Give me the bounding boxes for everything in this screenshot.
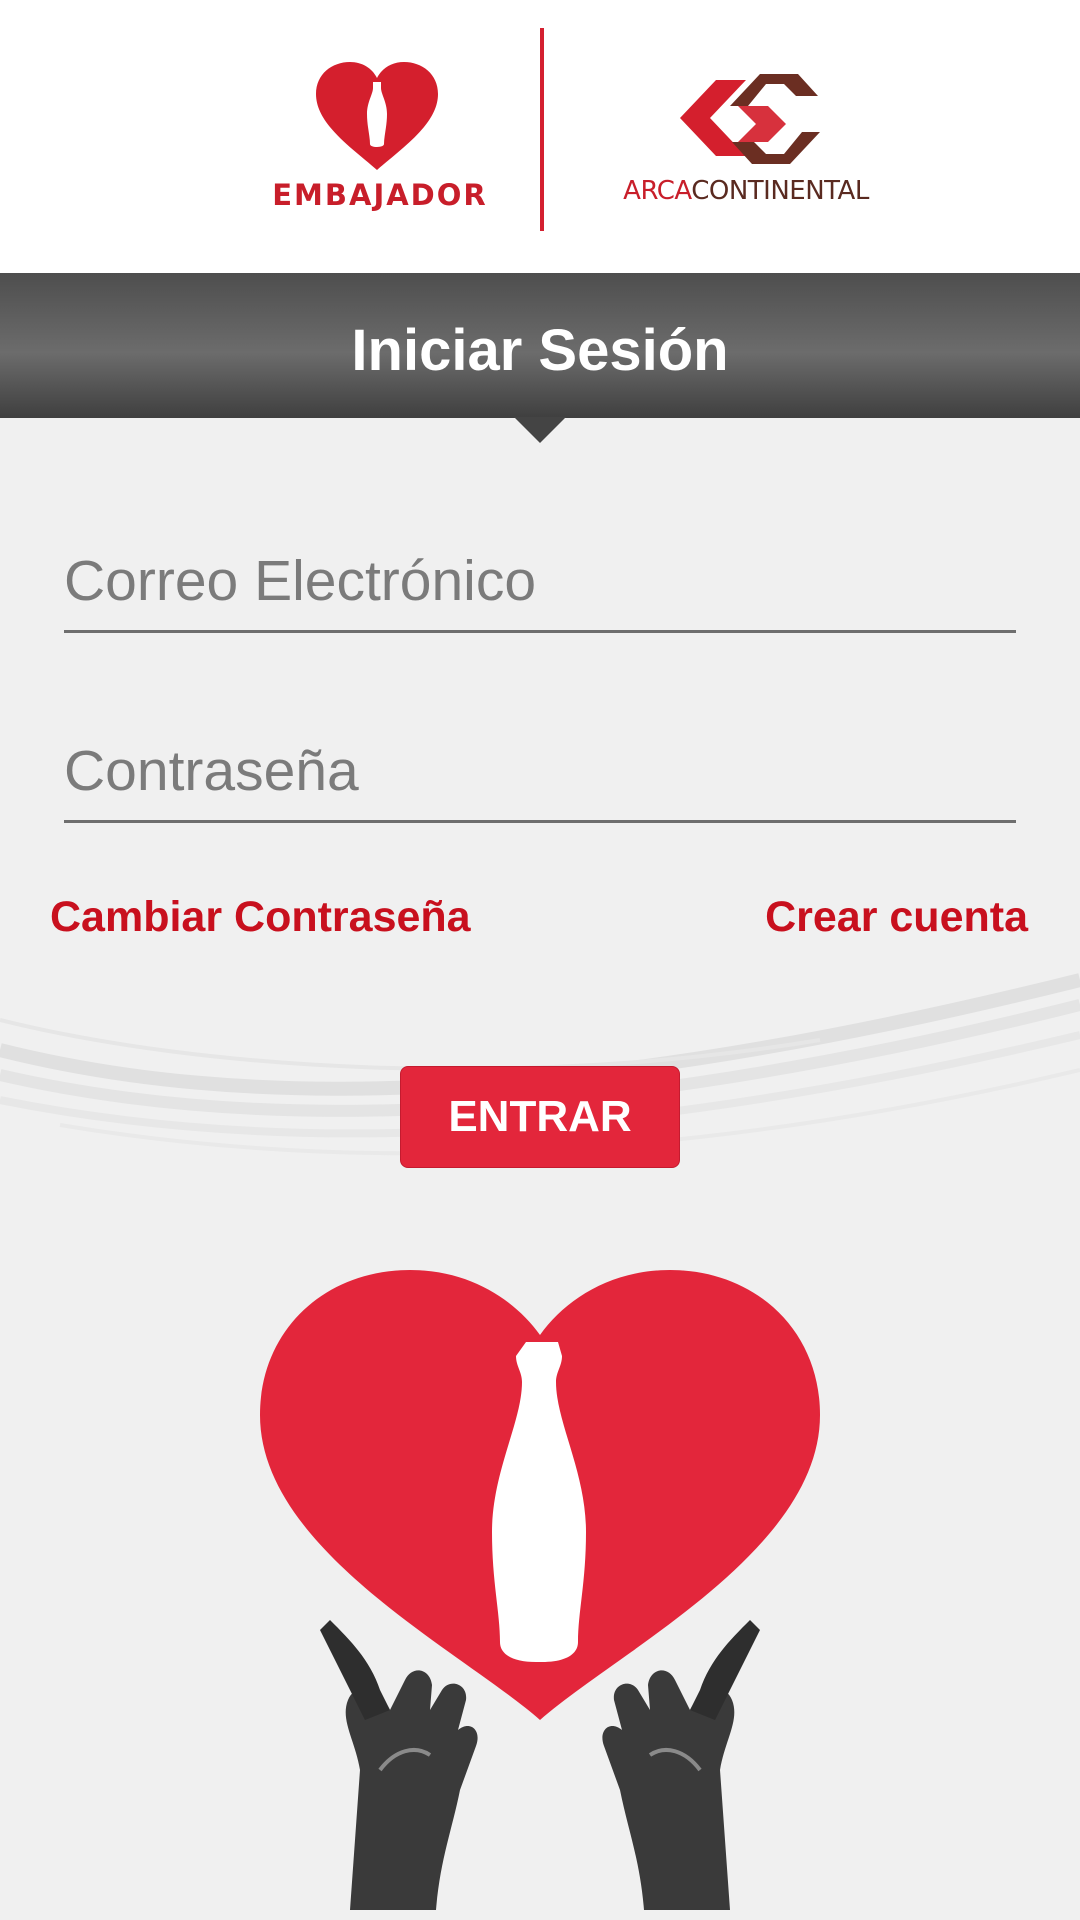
heart-bottle-icon	[316, 62, 438, 170]
logo-divider	[540, 28, 544, 231]
login-screen: EMBAJADOR ARCACONTINENTAL Iniciar Sesión	[0, 0, 1080, 1920]
create-account-link[interactable]: Crear cuenta	[765, 893, 1028, 942]
password-field-container	[64, 730, 1016, 823]
continental-wordmark-part: CONTINENTAL	[691, 176, 869, 206]
arca-wordmark-part: ARCA	[623, 176, 692, 206]
arca-continental-wordmark: ARCACONTINENTAL	[576, 176, 916, 206]
title-pointer	[514, 417, 566, 443]
embajador-logo: EMBAJADOR	[250, 60, 510, 220]
email-field[interactable]	[64, 546, 1016, 616]
arca-continental-mark-icon	[680, 74, 820, 164]
heart-bottle-hands-illustration	[260, 1270, 820, 1910]
email-field-container	[64, 540, 1016, 633]
logo-header: EMBAJADOR ARCACONTINENTAL	[0, 0, 1080, 273]
arca-continental-logo: ARCACONTINENTAL	[576, 62, 916, 212]
title-band: Iniciar Sesión	[0, 273, 1080, 418]
change-password-link[interactable]: Cambiar Contraseña	[50, 893, 471, 942]
page-title: Iniciar Sesión	[351, 318, 729, 383]
password-field[interactable]	[64, 736, 1016, 806]
enter-button[interactable]: ENTRAR	[400, 1066, 680, 1168]
embajador-wordmark: EMBAJADOR	[272, 178, 488, 212]
